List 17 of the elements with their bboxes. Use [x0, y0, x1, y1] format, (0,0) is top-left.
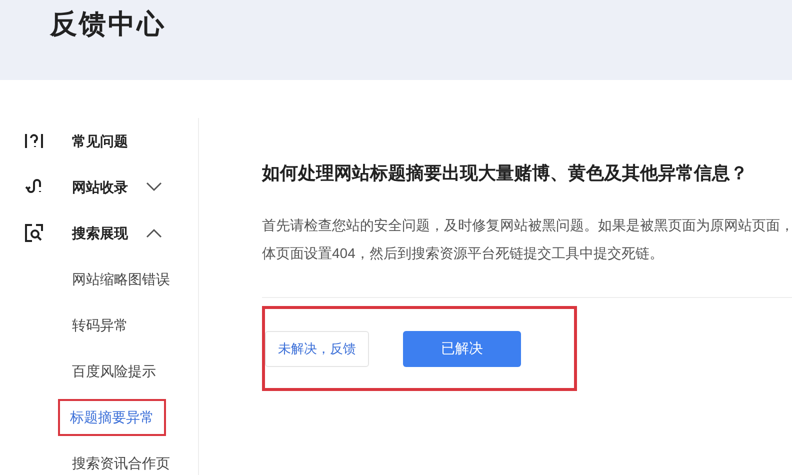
unresolved-feedback-button[interactable]: 未解决，反馈 [265, 330, 369, 366]
resolved-button[interactable]: 已解决 [403, 330, 521, 366]
sidebar-subitem[interactable]: 网站缩略图错误 [72, 268, 170, 290]
sidebar-subitem[interactable]: 标题摘要异常 [58, 398, 166, 436]
article-title: 如何处理网站标题摘要出现大量赌博、黄色及其他异常信息？ [262, 162, 749, 185]
question-icon [24, 131, 44, 151]
sidebar-subitem[interactable]: 百度风险提示 [72, 360, 156, 382]
page-title: 反馈中心 [50, 8, 166, 41]
sidebar-subitem[interactable]: 搜索资讯合作页 [72, 452, 170, 474]
search-icon [24, 223, 44, 243]
article-body: 首先请检查您站的安全问题，及时修复网站被黑问题。如果是被黑页面为原网站页面， 体页面设置404，然后到搜索资源平台死链提交工具中提交死链。 [262, 216, 792, 263]
sidebar-subitem[interactable]: 转码异常 [72, 314, 128, 336]
chevron-down-icon[interactable] [146, 182, 162, 192]
chevron-up-icon[interactable] [146, 228, 162, 238]
sidebar-item[interactable]: 网站收录 [72, 176, 128, 198]
sidebar-item[interactable]: 常见问题 [72, 130, 128, 152]
sidebar-item[interactable]: 搜索展现 [72, 222, 128, 244]
